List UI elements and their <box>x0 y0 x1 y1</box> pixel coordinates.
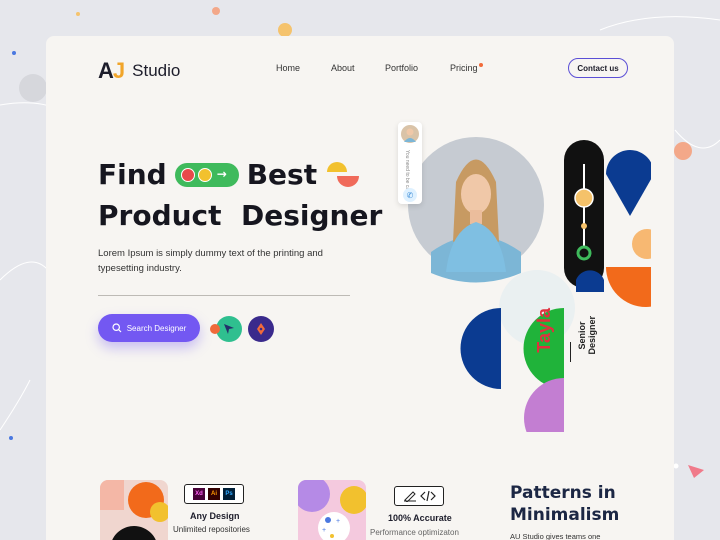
search-button-label: Search Designer <box>126 323 187 333</box>
logo[interactable]: AJ Studio <box>98 58 180 84</box>
nav-portfolio[interactable]: Portfolio <box>385 63 418 73</box>
hero-title-word2: Best <box>246 158 318 191</box>
feature-subtitle-design: Unlimited repositories <box>173 525 250 534</box>
pencil-icon <box>403 491 416 502</box>
search-designer-button[interactable]: Search Designer <box>98 314 200 342</box>
designer-role-line1: Senior <box>577 321 587 350</box>
nav-home[interactable]: Home <box>276 63 300 73</box>
red-dot-icon <box>180 167 195 182</box>
svg-text:+: + <box>322 527 326 534</box>
hero-title-word1: Find <box>98 158 167 191</box>
cursor-icon[interactable] <box>210 316 242 342</box>
ps-icon: Ps <box>223 488 235 500</box>
yellow-dot-icon <box>197 167 212 182</box>
feature-title-accurate: 100% Accurate <box>388 513 452 523</box>
call-chip[interactable]: You need to be call ✆ <box>398 122 422 204</box>
call-chip-text: You need to be call <box>404 150 410 193</box>
brand-name: Studio <box>132 61 181 80</box>
divider <box>98 295 350 296</box>
feature-thumbnail-design <box>100 480 168 540</box>
design-tools-badge: Xd Ai Ps <box>184 484 244 504</box>
half-circles-icon <box>327 161 360 187</box>
patterns-title-line2: Minimalism <box>510 505 620 525</box>
patterns-title-line1: Patterns in <box>510 483 616 503</box>
code-icon <box>419 490 436 502</box>
feature-thumbnail-accurate: + + <box>298 480 366 540</box>
hero-title-line2: Product Designer <box>98 199 383 232</box>
avatar <box>401 125 419 143</box>
designer-name: Tayla <box>534 308 554 353</box>
patterns-title: Patterns in Minimalism <box>510 482 619 526</box>
phone-icon[interactable]: ✆ <box>403 188 417 202</box>
hero-subtitle: Lorem Ipsum is simply dummy text of the … <box>98 248 323 274</box>
arrow-right-icon: → <box>216 167 227 181</box>
pricing-indicator-dot <box>479 63 483 67</box>
patterns-subtitle: AU Studio gives teams one <box>510 532 601 540</box>
pen-tool-icon[interactable] <box>248 316 274 342</box>
svg-text:+: + <box>336 518 340 525</box>
designer-role-line2: Designer <box>587 316 597 355</box>
toggle-pill-graphic: → <box>174 162 239 187</box>
hero-title: Find → Best Product Designer <box>98 154 382 236</box>
nav-about[interactable]: About <box>331 63 355 73</box>
xd-icon: Xd <box>193 488 205 500</box>
contact-button[interactable]: Contact us <box>568 58 628 78</box>
role-divider <box>570 342 571 362</box>
feature-subtitle-accurate: Performance optimizaton <box>370 528 459 537</box>
designer-role: Senior Designer <box>577 316 597 355</box>
logo-mark-a: A <box>98 58 114 83</box>
feature-title-design: Any Design <box>190 511 240 521</box>
accuracy-tools-badge <box>394 486 444 506</box>
ai-icon: Ai <box>208 488 220 500</box>
hero-artwork <box>408 137 651 432</box>
landing-card: AJ Studio Home About Portfolio Pricing C… <box>46 36 674 540</box>
search-icon <box>112 323 122 333</box>
nav-pricing[interactable]: Pricing <box>450 63 478 73</box>
tool-icons <box>210 316 274 342</box>
logo-mark: AJ <box>98 58 125 84</box>
logo-mark-j: J <box>112 58 125 83</box>
